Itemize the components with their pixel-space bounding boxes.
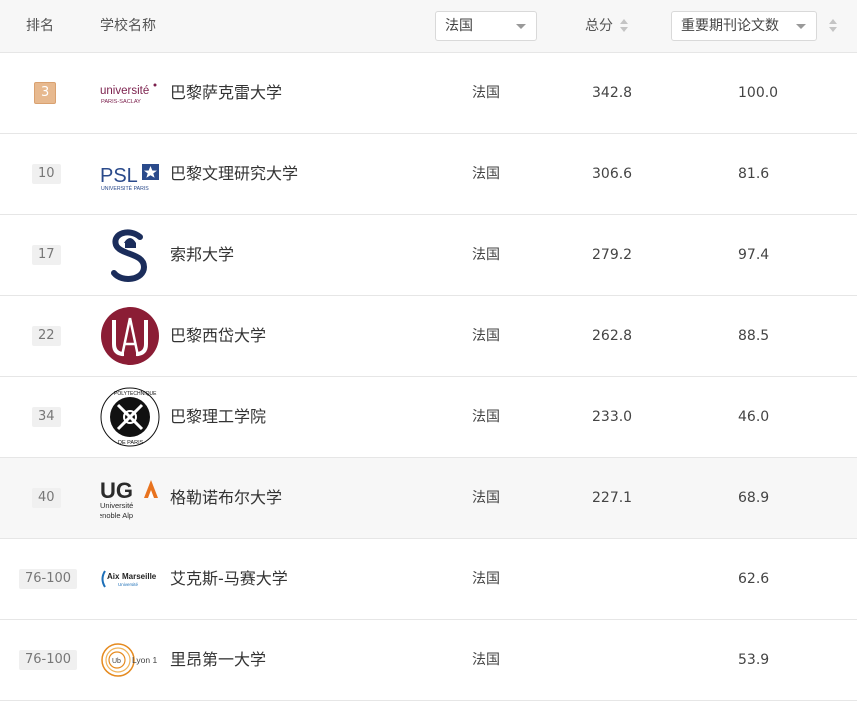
- rank-column-header: 排名: [26, 18, 54, 34]
- total-score-cell: 306.6: [592, 166, 633, 182]
- rank-badge: 76-100: [19, 569, 78, 589]
- total-score-cell: 227.1: [592, 490, 633, 506]
- table-header: 排名 学校名称 法国 总分 重要期刊论文数: [0, 0, 857, 53]
- sort-icon[interactable]: [829, 19, 837, 33]
- rank-badge: 3: [34, 82, 57, 104]
- svg-text:université: université: [100, 85, 149, 97]
- indicator-select-value: 重要期刊论文数: [681, 18, 779, 34]
- university-logo: université PARIS-SACLAY: [100, 63, 160, 123]
- country-cell: 法国: [472, 85, 500, 101]
- svg-text:PARIS-SACLAY: PARIS-SACLAY: [101, 99, 141, 105]
- country-cell: 法国: [472, 166, 500, 182]
- country-cell: 法国: [472, 328, 500, 344]
- table-row[interactable]: 3 université PARIS-SACLAY 巴黎萨克雷大学 法国 342…: [0, 53, 857, 134]
- rank-badge: 10: [32, 164, 61, 184]
- total-score-cell: 262.8: [592, 328, 633, 344]
- table-row[interactable]: 76-100 Ub Lyon 1 里昂第一大学 法国 53.9: [0, 620, 857, 701]
- school-name[interactable]: 格勒诺布尔大学: [170, 458, 282, 538]
- indicator-cell: 100.0: [738, 85, 779, 101]
- university-logo: Aix Marseille Université: [100, 549, 160, 609]
- school-name[interactable]: 里昂第一大学: [170, 620, 266, 700]
- svg-text:POLYTECHNIQUE: POLYTECHNIQUE: [114, 391, 157, 397]
- school-name[interactable]: 巴黎西岱大学: [170, 296, 266, 376]
- indicator-cell: 88.5: [738, 328, 770, 344]
- indicator-cell: 97.4: [738, 247, 770, 263]
- svg-text:UNIVERSITÉ PARIS: UNIVERSITÉ PARIS: [101, 185, 149, 192]
- table-row[interactable]: 10 PSL UNIVERSITÉ PARIS 巴黎文理研究大学 法国 306.…: [0, 134, 857, 215]
- indicator-cell: 68.9: [738, 490, 770, 506]
- svg-text:Université: Université: [118, 582, 139, 587]
- sort-icon[interactable]: [620, 19, 628, 33]
- rank-badge: 76-100: [19, 650, 78, 670]
- indicator-cell: 81.6: [738, 166, 770, 182]
- university-logo: Ub Lyon 1: [100, 630, 160, 690]
- school-name[interactable]: 巴黎理工学院: [170, 377, 266, 457]
- total-score-column-header[interactable]: 总分: [585, 0, 613, 52]
- rank-badge: 17: [32, 245, 61, 265]
- school-column-header: 学校名称: [100, 18, 156, 34]
- table-row[interactable]: 22 巴黎西岱大学 法国 262.8 88.5: [0, 296, 857, 377]
- country-filter-value: 法国: [445, 18, 473, 34]
- school-name[interactable]: 巴黎文理研究大学: [170, 134, 298, 214]
- svg-text:DE PARIS: DE PARIS: [118, 440, 144, 446]
- university-logo: POLYTECHNIQUE DE PARIS: [100, 387, 160, 447]
- country-cell: 法国: [472, 247, 500, 263]
- table-row[interactable]: 17 索邦大学 法国 279.2 97.4: [0, 215, 857, 296]
- university-logo: [100, 225, 160, 285]
- country-cell: 法国: [472, 652, 500, 668]
- indicator-select[interactable]: 重要期刊论文数: [671, 11, 817, 41]
- ranking-table: 排名 学校名称 法国 总分 重要期刊论文数 3 université PARIS…: [0, 0, 857, 701]
- country-filter-select[interactable]: 法国: [435, 11, 537, 41]
- indicator-cell: 62.6: [738, 571, 770, 587]
- svg-text:enoble Alp: enoble Alp: [100, 511, 133, 520]
- rank-badge: 34: [32, 407, 61, 427]
- rank-badge: 40: [32, 488, 61, 508]
- svg-text:Marseille: Marseille: [122, 572, 157, 581]
- svg-text:Aix: Aix: [107, 572, 120, 581]
- svg-text:Lyon 1: Lyon 1: [132, 655, 157, 665]
- school-name[interactable]: 索邦大学: [170, 215, 234, 295]
- country-cell: 法国: [472, 409, 500, 425]
- table-row[interactable]: 40 UG Université enoble Alp 格勒诺布尔大学 法国 2…: [0, 458, 857, 539]
- total-score-cell: 279.2: [592, 247, 633, 263]
- table-row[interactable]: 76-100 Aix Marseille Université 艾克斯-马赛大学…: [0, 539, 857, 620]
- svg-text:Université: Université: [100, 501, 133, 510]
- indicator-cell: 46.0: [738, 409, 770, 425]
- country-cell: 法国: [472, 571, 500, 587]
- table-row[interactable]: 34 POLYTECHNIQUE DE PARIS 巴黎理工学院 法国 233.…: [0, 377, 857, 458]
- total-score-cell: 342.8: [592, 85, 633, 101]
- school-name[interactable]: 艾克斯-马赛大学: [170, 539, 288, 619]
- svg-text:Ub: Ub: [112, 658, 121, 665]
- total-score-cell: 233.0: [592, 409, 633, 425]
- svg-text:PSL: PSL: [100, 165, 138, 187]
- svg-text:UG: UG: [100, 478, 133, 503]
- university-logo: PSL UNIVERSITÉ PARIS: [100, 144, 160, 204]
- indicator-cell: 53.9: [738, 652, 770, 668]
- university-logo: UG Université enoble Alp: [98, 468, 160, 528]
- chevron-down-icon: [516, 24, 526, 29]
- university-logo: [100, 306, 160, 366]
- country-cell: 法国: [472, 490, 500, 506]
- rank-badge: 22: [32, 326, 61, 346]
- school-name[interactable]: 巴黎萨克雷大学: [170, 53, 282, 133]
- chevron-down-icon: [796, 24, 806, 29]
